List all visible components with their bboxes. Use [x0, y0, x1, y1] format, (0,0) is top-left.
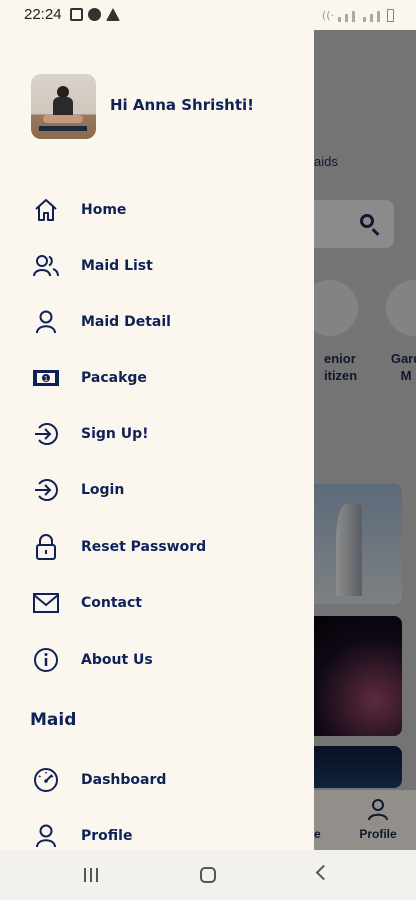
- drawer-scrim[interactable]: [314, 30, 416, 850]
- menu-item-maid-detail[interactable]: Maid Detail: [30, 302, 290, 342]
- info-icon: [30, 644, 62, 676]
- menu-label: Profile: [81, 828, 133, 844]
- status-bar: 22:24 ((·: [0, 0, 416, 30]
- status-system-icons: ((·: [322, 9, 394, 22]
- menu-label: Maid List: [81, 258, 153, 274]
- menu-item-home[interactable]: Home: [30, 190, 290, 230]
- signal-icon: [338, 17, 341, 22]
- skype-icon: [88, 8, 101, 21]
- recent-apps-button[interactable]: [84, 868, 98, 882]
- speedometer-icon: [30, 764, 62, 796]
- menu-label: Contact: [81, 595, 142, 611]
- menu-item-reset-password[interactable]: Reset Password: [30, 527, 290, 567]
- menu-label: Maid Detail: [81, 314, 171, 330]
- avatar[interactable]: [31, 74, 96, 139]
- home-button[interactable]: [200, 867, 216, 883]
- lock-icon: [30, 531, 62, 563]
- menu-item-sign-up[interactable]: Sign Up!: [30, 414, 290, 454]
- banknote-icon: 1: [30, 362, 62, 394]
- menu-item-about-us[interactable]: About Us: [30, 640, 290, 680]
- system-nav-bar: [0, 850, 416, 900]
- users-icon: [30, 250, 62, 282]
- menu-label: About Us: [81, 652, 153, 668]
- warning-icon: [106, 8, 120, 21]
- user-icon: [30, 820, 62, 850]
- navigation-drawer: Hi Anna Shrishti! Home Maid List Maid De…: [0, 30, 314, 850]
- back-button[interactable]: [315, 864, 332, 881]
- login-arrow-icon: [30, 474, 62, 506]
- status-time: 22:24: [24, 6, 62, 23]
- menu-label: Dashboard: [81, 772, 167, 788]
- user-icon: [30, 306, 62, 338]
- menu-item-maid-list[interactable]: Maid List: [30, 246, 290, 286]
- menu-label: Home: [81, 202, 127, 218]
- menu-label: Pacakge: [81, 370, 147, 386]
- menu-label: Sign Up!: [81, 426, 149, 442]
- login-arrow-icon: [30, 418, 62, 450]
- menu-label: Login: [81, 482, 125, 498]
- background-app: aids enior itizen Gard M e Profile: [314, 30, 416, 850]
- status-notification-icons: [70, 8, 120, 21]
- section-title-maid: Maid: [30, 710, 77, 730]
- wifi-icon: ((·: [321, 9, 334, 22]
- battery-icon: [387, 9, 394, 22]
- mail-icon: [30, 587, 62, 619]
- home-icon: [30, 194, 62, 226]
- user-greeting: Hi Anna Shrishti!: [110, 96, 255, 114]
- svg-text:1: 1: [44, 375, 48, 383]
- menu-label: Reset Password: [81, 539, 207, 555]
- menu-item-profile[interactable]: Profile: [30, 816, 290, 850]
- image-icon: [70, 8, 83, 21]
- menu-item-dashboard[interactable]: Dashboard: [30, 760, 290, 800]
- menu-item-package[interactable]: 1 Pacakge: [30, 358, 290, 398]
- menu-item-login[interactable]: Login: [30, 470, 290, 510]
- menu-item-contact[interactable]: Contact: [30, 583, 290, 623]
